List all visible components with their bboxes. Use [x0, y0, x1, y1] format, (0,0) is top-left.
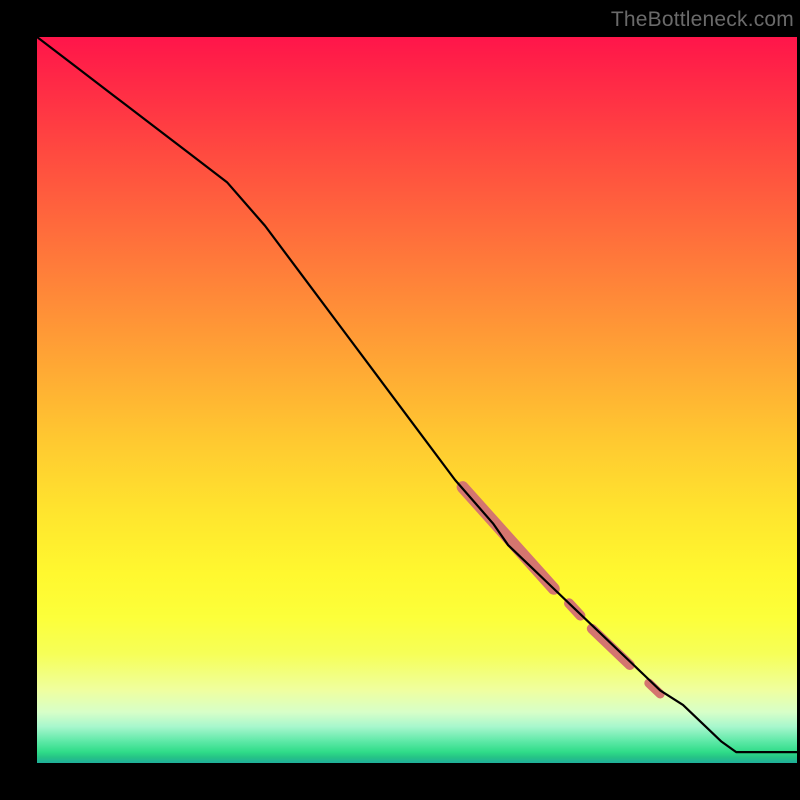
chart-overlay [37, 37, 797, 763]
chart-stage: TheBottleneck.com [0, 0, 800, 800]
emphasis-segment [592, 629, 630, 665]
plot-area [37, 37, 797, 763]
emphasis-segment [463, 487, 554, 589]
watermark-text: TheBottleneck.com [611, 8, 794, 32]
curve-line [37, 37, 797, 752]
